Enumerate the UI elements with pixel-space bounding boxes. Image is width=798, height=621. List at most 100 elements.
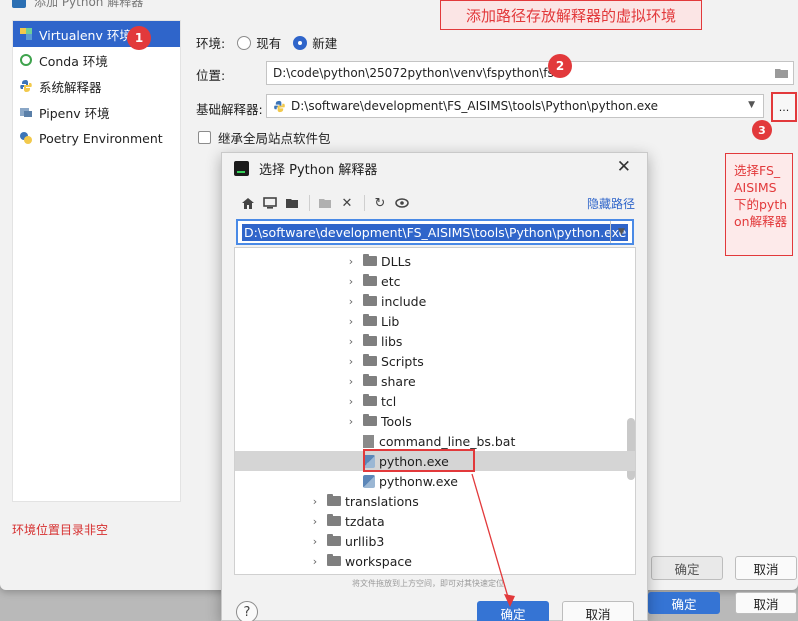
file-ok-button[interactable]: 确定 bbox=[477, 601, 549, 621]
sidebar-item-virtualenv[interactable]: Virtualenv 环境 bbox=[13, 21, 180, 47]
tree-row[interactable]: › workspace bbox=[235, 551, 635, 571]
tree-row[interactable]: › tzdata bbox=[235, 511, 635, 531]
dialog-title: 添加 Python 解释器 bbox=[34, 0, 144, 9]
chevron-right-icon[interactable]: › bbox=[345, 275, 357, 288]
tree-row[interactable]: › urllib3 bbox=[235, 531, 635, 551]
folder-icon[interactable] bbox=[774, 67, 789, 82]
chevron-down-icon[interactable]: ▼ bbox=[748, 100, 755, 110]
env-new-label[interactable]: 新建 bbox=[312, 33, 337, 52]
outer-ok-button-disabled[interactable]: 确定 bbox=[651, 556, 723, 580]
chevron-right-icon[interactable]: › bbox=[345, 395, 357, 408]
tree-row[interactable]: › libs bbox=[235, 331, 635, 351]
sidebar-item-conda[interactable]: Conda 环境 bbox=[13, 47, 180, 73]
sidebar-item-system[interactable]: 系统解释器 bbox=[13, 73, 180, 99]
chevron-right-icon[interactable]: › bbox=[345, 375, 357, 388]
tree-item-label: pythonw.exe bbox=[379, 473, 458, 489]
python-file-icon bbox=[363, 474, 375, 488]
inherit-packages-row[interactable]: 继承全局站点软件包 bbox=[198, 128, 331, 147]
tree-row[interactable]: › Scripts bbox=[235, 351, 635, 371]
virtualenv-icon bbox=[19, 27, 33, 41]
env-new-radio[interactable] bbox=[293, 35, 308, 50]
outer-cancel-button[interactable]: 取消 bbox=[735, 556, 797, 580]
project-folder-icon[interactable] bbox=[282, 193, 302, 213]
sidebar-item-pipenv[interactable]: Pipenv 环境 bbox=[13, 99, 180, 125]
tree-row[interactable]: › etc bbox=[235, 271, 635, 291]
close-icon[interactable]: ✕ bbox=[617, 157, 631, 177]
help-button[interactable]: ? bbox=[236, 601, 258, 621]
hide-path-link[interactable]: 隐藏路径 bbox=[587, 195, 635, 212]
chevron-right-icon[interactable]: › bbox=[345, 315, 357, 328]
delete-icon[interactable]: ✕ bbox=[337, 193, 357, 213]
tree-item-label: translations bbox=[345, 493, 419, 509]
new-folder-icon[interactable] bbox=[315, 193, 335, 213]
pipenv-icon bbox=[19, 105, 33, 119]
tree-row[interactable]: command_line_bs.bat bbox=[235, 431, 635, 451]
chevron-right-icon[interactable]: › bbox=[345, 255, 357, 268]
sidebar-item-poetry[interactable]: Poetry Environment bbox=[13, 125, 180, 151]
folder-icon bbox=[363, 274, 377, 286]
chevron-right-icon[interactable]: › bbox=[309, 515, 321, 528]
folder-icon bbox=[363, 254, 377, 266]
folder-icon bbox=[363, 374, 377, 386]
annotation-badge-3: 3 bbox=[752, 120, 772, 140]
base-interpreter-label: 基础解释器: bbox=[196, 102, 263, 117]
location-field[interactable]: D:\code\python\25072python\venv\fspython… bbox=[266, 61, 794, 85]
location-label: 位置: bbox=[196, 68, 226, 83]
env-existing-radio[interactable] bbox=[237, 35, 252, 50]
chevron-right-icon[interactable]: › bbox=[345, 295, 357, 308]
tree-row[interactable]: › tcl bbox=[235, 391, 635, 411]
folder-icon bbox=[327, 534, 341, 546]
tree-row[interactable]: › Lib bbox=[235, 311, 635, 331]
chevron-right-icon[interactable]: › bbox=[345, 355, 357, 368]
base-interpreter-select[interactable]: D:\software\development\FS_AISIMS\tools\… bbox=[266, 94, 764, 118]
path-value: D:\software\development\FS_AISIMS\tools\… bbox=[242, 223, 629, 241]
tree-item-label: libs bbox=[381, 333, 403, 349]
chevron-down-icon[interactable]: ▼ bbox=[610, 221, 632, 243]
tree-row[interactable]: › Tools bbox=[235, 411, 635, 431]
tree-row[interactable]: › include bbox=[235, 291, 635, 311]
file-cancel-button[interactable]: 取消 bbox=[562, 601, 634, 621]
interpreter-type-sidebar: Virtualenv 环境 Conda 环境 系统解释器 Pipenv 环境 P… bbox=[12, 20, 181, 502]
desktop-icon[interactable] bbox=[260, 193, 280, 213]
path-input[interactable]: D:\software\development\FS_AISIMS\tools\… bbox=[236, 219, 634, 245]
tree-item-label: urllib3 bbox=[345, 533, 385, 549]
base-interpreter-value: D:\software\development\FS_AISIMS\tools\… bbox=[291, 99, 659, 113]
annotation-highlight-python-exe bbox=[363, 449, 475, 472]
outer-cancel-button-2[interactable]: 取消 bbox=[735, 592, 797, 614]
file-tree[interactable]: › DLLs › etc › include › Lib › libs › Scripts › share… bbox=[234, 247, 636, 575]
env-existing-label[interactable]: 现有 bbox=[256, 33, 281, 52]
location-warning: 环境位置目录非空 bbox=[12, 523, 109, 537]
inherit-packages-checkbox[interactable] bbox=[198, 131, 211, 144]
tree-item-label: DLLs bbox=[381, 253, 412, 269]
tree-item-label: Scripts bbox=[381, 353, 424, 369]
toolbar-separator bbox=[364, 195, 365, 211]
annotation-badge-2: 2 bbox=[548, 54, 572, 78]
folder-icon bbox=[327, 554, 341, 566]
home-icon[interactable] bbox=[238, 193, 258, 213]
tree-row[interactable]: › translations bbox=[235, 491, 635, 511]
chevron-right-icon[interactable]: › bbox=[345, 335, 357, 348]
python-icon bbox=[19, 79, 33, 93]
tree-row[interactable]: pythonw.exe bbox=[235, 471, 635, 491]
app-icon bbox=[12, 0, 26, 8]
folder-icon bbox=[363, 394, 377, 406]
select-interpreter-dialog: 选择 Python 解释器 ✕ ✕ ↻ 隐藏路径 D:\software\dev… bbox=[221, 152, 648, 621]
outer-ok-button[interactable]: 确定 bbox=[648, 592, 720, 614]
chevron-right-icon[interactable]: › bbox=[309, 555, 321, 568]
file-dialog-title-bar: 选择 Python 解释器 bbox=[222, 153, 647, 183]
chevron-right-icon[interactable]: › bbox=[345, 415, 357, 428]
file-dialog-title: 选择 Python 解释器 bbox=[259, 162, 378, 178]
pycharm-icon bbox=[234, 160, 249, 176]
tree-item-label: Lib bbox=[381, 313, 400, 329]
folder-icon bbox=[363, 354, 377, 366]
browse-button[interactable]: ... bbox=[771, 92, 797, 122]
tree-row[interactable]: › share bbox=[235, 371, 635, 391]
show-hidden-icon[interactable] bbox=[392, 193, 412, 213]
chevron-right-icon[interactable]: › bbox=[309, 535, 321, 548]
environment-row: 环境: 现有 新建 bbox=[196, 33, 337, 52]
chevron-right-icon[interactable]: › bbox=[309, 495, 321, 508]
annotation-badge-1: 1 bbox=[127, 26, 151, 50]
refresh-icon[interactable]: ↻ bbox=[370, 193, 390, 213]
env-label: 环境: bbox=[196, 36, 226, 51]
tree-row[interactable]: › DLLs bbox=[235, 251, 635, 271]
